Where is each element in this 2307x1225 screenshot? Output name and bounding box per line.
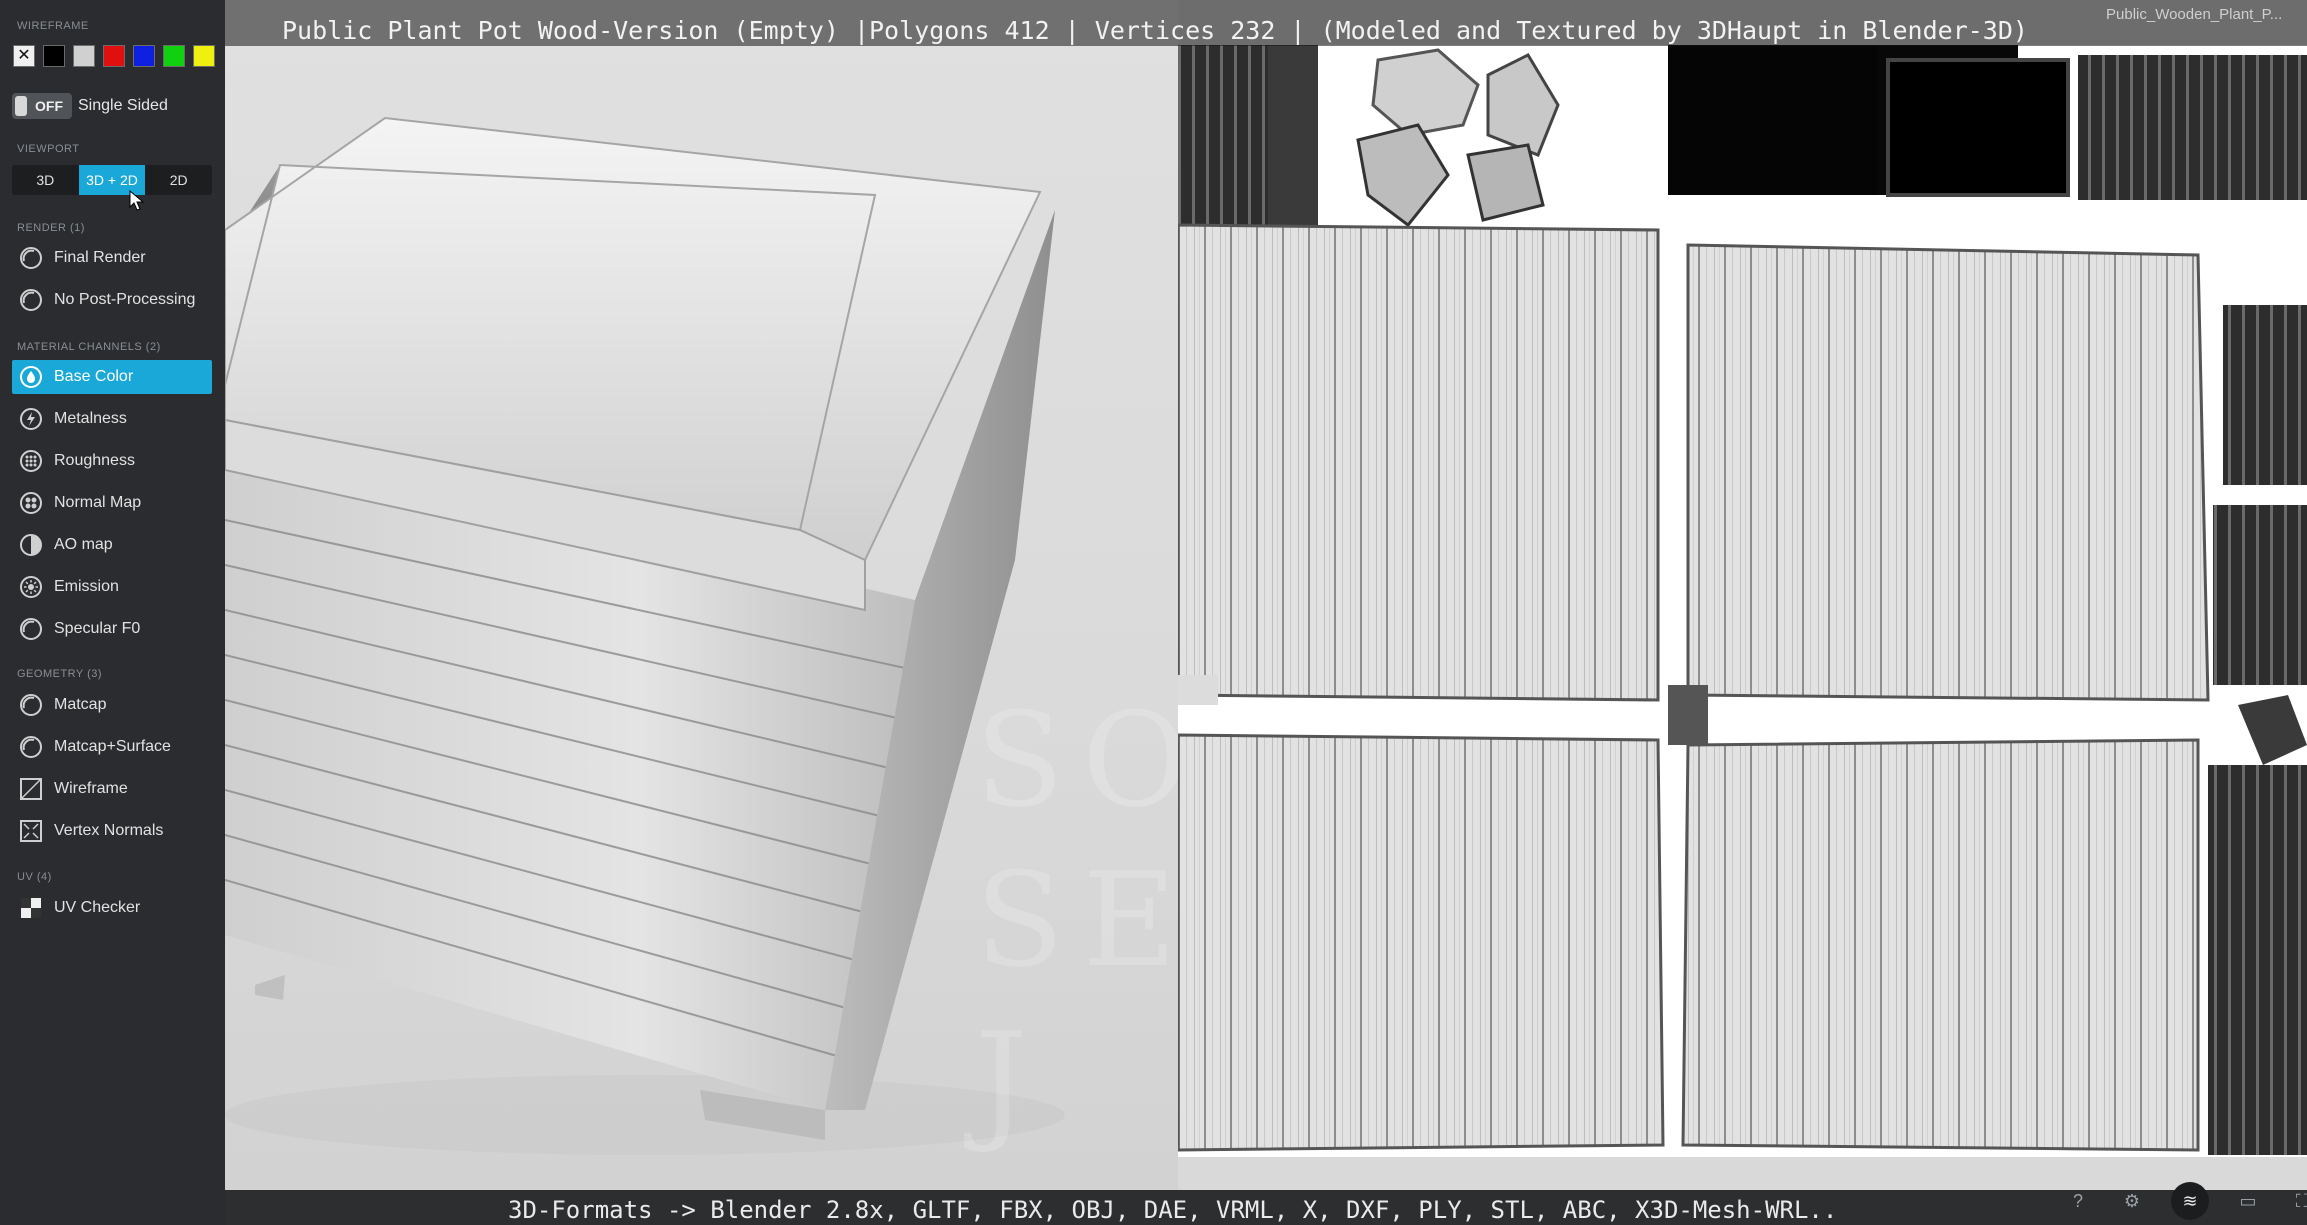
menu-label: Wireframe <box>54 780 128 797</box>
viewport-mode-selector: 3D 3D + 2D 2D <box>12 165 212 195</box>
menu-metalness[interactable]: Metalness <box>12 402 212 436</box>
swatch-yellow[interactable] <box>193 45 215 67</box>
vr-icon[interactable]: ▭ <box>2233 1186 2263 1216</box>
single-sided-label: Single Sided <box>78 97 168 114</box>
planter-3d-render <box>225 116 1065 1155</box>
toggle-state: OFF <box>35 98 63 114</box>
mouse-cursor-icon <box>129 190 145 211</box>
menu-uv-checker[interactable]: UV Checker <box>12 891 212 925</box>
viewport-option-2d[interactable]: 2D <box>145 165 212 195</box>
toggle-knob <box>15 96 27 116</box>
sphere-icon <box>18 692 44 718</box>
wireframe-color-swatches: ✕ <box>13 45 223 67</box>
menu-ao-map[interactable]: AO map <box>12 528 212 562</box>
sphere-icon <box>18 734 44 760</box>
menu-label: Vertex Normals <box>54 822 164 839</box>
viewport-section-label: VIEWPORT <box>17 143 80 155</box>
menu-final-render[interactable]: Final Render <box>12 241 212 275</box>
menu-label: Specular F0 <box>54 620 141 637</box>
formats-overlay: 3D-Formats -> Blender 2.8x, GLTF, FBX, O… <box>508 1196 1838 1224</box>
model-inspector-sidebar: WIREFRAME ✕ OFF Single Sided VIEWPORT 3D… <box>0 0 225 1225</box>
menu-label: Matcap+Surface <box>54 738 171 755</box>
menu-normal-map[interactable]: Normal Map <box>12 486 212 520</box>
menu-matcap[interactable]: Matcap <box>12 688 212 722</box>
viewport-option-3d[interactable]: 3D <box>12 165 79 195</box>
menu-label: Metalness <box>54 410 127 427</box>
menu-roughness[interactable]: Roughness <box>12 444 212 478</box>
swatch-green[interactable] <box>163 45 185 67</box>
swatch-black[interactable] <box>43 45 65 67</box>
file-name-label: Public_Wooden_Plant_P... <box>2106 6 2283 23</box>
geometry-section-label: GEOMETRY (3) <box>17 668 103 680</box>
wireframe-section-label: WIREFRAME <box>17 20 89 32</box>
dots-icon <box>18 448 44 474</box>
normal-map-icon <box>18 490 44 516</box>
menu-specular-f0[interactable]: Specular F0 <box>12 612 212 646</box>
bolt-icon <box>18 406 44 432</box>
fullscreen-icon[interactable]: ⛶ <box>2287 1186 2307 1216</box>
menu-label: UV Checker <box>54 899 141 916</box>
menu-vertex-normals[interactable]: Vertex Normals <box>12 814 212 848</box>
layers-icon[interactable]: ≋ <box>2171 1182 2209 1220</box>
render-section-label: RENDER (1) <box>17 222 85 234</box>
sphere-icon <box>18 287 44 313</box>
menu-label: Matcap <box>54 696 107 713</box>
swatch-red[interactable] <box>103 45 125 67</box>
menu-label: No Post-Processing <box>54 291 196 308</box>
menu-label: Emission <box>54 578 119 595</box>
menu-matcap-surface[interactable]: Matcap+Surface <box>12 730 212 764</box>
sphere-icon <box>18 616 44 642</box>
menu-label: Base Color <box>54 368 134 385</box>
drop-icon <box>18 364 44 390</box>
sun-icon <box>18 574 44 600</box>
vertex-normals-icon <box>18 818 44 844</box>
wireframe-icon <box>18 776 44 802</box>
swatch-grey[interactable] <box>73 45 95 67</box>
menu-label: Roughness <box>54 452 135 469</box>
model-title-overlay: Public Plant Pot Wood-Version (Empty) |P… <box>282 16 2028 45</box>
uv-section-label: UV (4) <box>17 871 52 883</box>
menu-no-post-processing[interactable]: No Post-Processing <box>12 283 212 317</box>
texture-uv-map <box>1178 45 2307 1157</box>
material-channels-section-label: MATERIAL CHANNELS (2) <box>17 341 161 353</box>
swatch-blue[interactable] <box>133 45 155 67</box>
viewer-controls: ? ⚙ ≋ ▭ ⛶ <box>2063 1182 2307 1220</box>
viewport-2d-texture[interactable] <box>1178 45 2307 1157</box>
swatch-clear[interactable]: ✕ <box>13 45 35 67</box>
menu-base-color[interactable]: Base Color <box>12 360 212 394</box>
menu-label: Normal Map <box>54 494 142 511</box>
settings-icon[interactable]: ⚙ <box>2117 1186 2147 1216</box>
menu-label: Final Render <box>54 249 146 266</box>
sphere-icon <box>18 245 44 271</box>
viewport-3d[interactable]: SO SE J <box>225 0 1178 1190</box>
menu-emission[interactable]: Emission <box>12 570 212 604</box>
help-icon[interactable]: ? <box>2063 1186 2093 1216</box>
menu-label: AO map <box>54 536 113 553</box>
menu-wireframe[interactable]: Wireframe <box>12 772 212 806</box>
half-circle-icon <box>18 532 44 558</box>
checker-icon <box>18 895 44 921</box>
single-sided-toggle[interactable]: OFF <box>12 93 72 119</box>
